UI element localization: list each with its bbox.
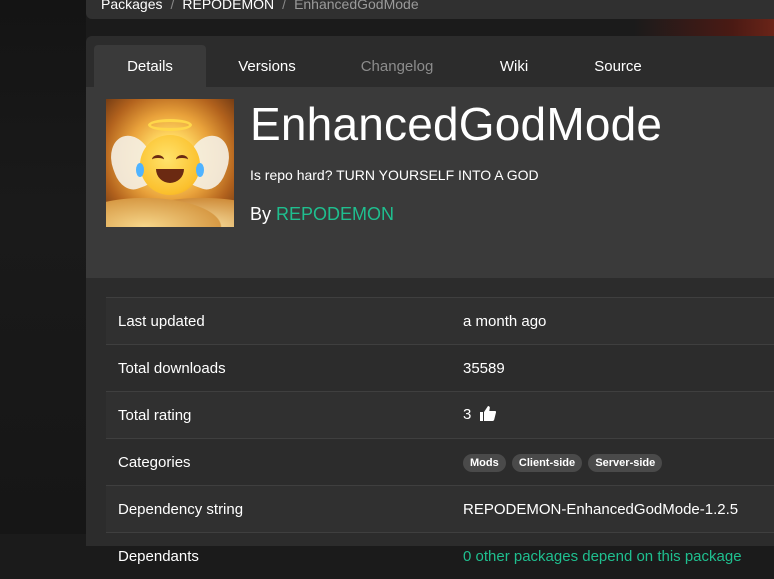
rating-count: 3 xyxy=(463,405,472,423)
package-title: EnhancedGodMode xyxy=(250,98,663,150)
tab-source[interactable]: Source xyxy=(562,45,674,87)
dependants-link[interactable]: 0 other packages depend on this package xyxy=(463,548,774,565)
row-label: Categories xyxy=(118,453,191,471)
breadcrumb-author[interactable]: REPODEMON xyxy=(182,0,274,12)
background xyxy=(0,0,86,534)
table-row: Total rating 3 xyxy=(106,391,774,438)
package-panel: Details Versions Changelog Wiki Source E… xyxy=(86,36,774,565)
laughing-angel-emoji-icon xyxy=(106,99,234,227)
last-updated-value: a month ago xyxy=(463,312,547,330)
row-label: Last updated xyxy=(118,312,205,330)
tab-changelog: Changelog xyxy=(360,57,434,75)
thumbs-up-icon[interactable] xyxy=(479,405,496,425)
dependency-string-value[interactable]: REPODEMON-EnhancedGodMode-1.2.5 xyxy=(463,501,774,518)
total-rating-value: 3 xyxy=(463,405,774,425)
categories-value: Mods Client-side Server-side xyxy=(463,453,774,472)
row-label: Dependants xyxy=(118,547,199,565)
table-row: Last updated a month ago xyxy=(106,297,774,344)
breadcrumb: Packages / REPODEMON / EnhancedGodMode xyxy=(86,0,774,19)
row-label: Total rating xyxy=(118,406,192,424)
author-link[interactable]: REPODEMON xyxy=(276,204,394,224)
package-header: EnhancedGodMode Is repo hard? TURN YOURS… xyxy=(86,87,774,278)
table-row: Dependency string REPODEMON-EnhancedGodM… xyxy=(106,485,774,532)
row-label: Dependency string xyxy=(118,500,244,518)
details-table: Last updated a month ago Total downloads… xyxy=(106,297,774,579)
package-author: By REPODEMON xyxy=(250,204,394,225)
total-downloads-value: 35589 xyxy=(463,359,505,377)
category-badge[interactable]: Client-side xyxy=(511,453,583,472)
breadcrumb-packages[interactable]: Packages xyxy=(101,0,162,12)
tab-details[interactable]: Details xyxy=(94,45,206,87)
tab-versions[interactable]: Versions xyxy=(206,45,328,87)
breadcrumb-separator: / xyxy=(170,0,175,12)
breadcrumb-current: EnhancedGodMode xyxy=(294,0,419,12)
package-description: Is repo hard? TURN YOURSELF INTO A GOD xyxy=(250,167,539,183)
category-badge[interactable]: Server-side xyxy=(588,453,663,472)
table-row: Categories Mods Client-side Server-side xyxy=(106,438,774,485)
row-label: Total downloads xyxy=(118,359,226,377)
by-label: By xyxy=(250,204,272,224)
breadcrumb-separator: / xyxy=(282,0,287,12)
category-badge[interactable]: Mods xyxy=(463,453,506,472)
table-row: Dependants 0 other packages depend on th… xyxy=(106,532,774,579)
tab-bar: Details Versions Changelog Wiki Source xyxy=(94,45,674,87)
table-row: Total downloads 35589 xyxy=(106,344,774,391)
tab-wiki[interactable]: Wiki xyxy=(466,45,562,87)
